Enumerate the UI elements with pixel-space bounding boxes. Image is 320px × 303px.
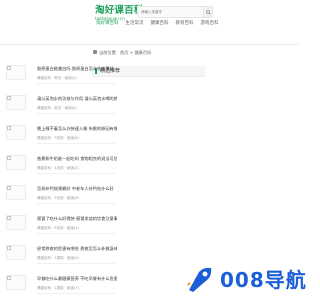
watermark-text: 008导航 [220,268,307,292]
main-nav: 淘好课百科 生活常识 健康百科 教育百科 游戏百科 [96,20,219,28]
nav-item-health[interactable]: 健康百科 [151,20,169,28]
article-meta: 健康百科 · 5天前 · 阅读(6) [37,196,79,200]
article-title[interactable]: 感冒了吃什么好得快 感冒发烧的饮食注意事项 [37,216,117,222]
site-header: 淘好课百科 taohaoyuan.cn 淘好课百科 生活常识 健康百科 教育百科… [0,0,300,45]
article-thumbnail[interactable] [6,215,26,230]
article-thumbnail[interactable] [6,95,26,110]
broken-image-icon [7,216,11,220]
divider [37,263,115,264]
broken-image-icon [7,66,11,70]
search-icon [206,10,211,15]
list-item[interactable]: 晚上睡不着怎么办快速入睡 失眠的原因有哪些 健康百科 · 3天前 · 阅读(8) [4,125,118,153]
article-thumbnail[interactable] [6,155,26,170]
article-meta: 健康百科 · 4天前 · 阅读(2) [37,166,79,170]
article-title[interactable]: 早餐吃什么最健康营养 不吃早餐有什么危害 [37,276,117,282]
article-title[interactable]: 怎样补钙效果最好 中老年人补钙吃什么好 [37,186,117,192]
breadcrumb[interactable]: 当前位置：首页 > 健康百科 [99,49,151,56]
broken-image-icon [7,276,11,280]
breadcrumb-bar: 当前位置：首页 > 健康百科 [88,46,210,59]
article-meta: 健康百科 · 1周前 · 阅读(7) [37,286,79,290]
list-item[interactable]: 蒲公英泡水的功效与作用 蒲公英泡水喝的禁忌 健康百科 · 前天 · 阅读(5) [4,95,118,123]
article-thumbnail[interactable] [6,185,26,200]
broken-image-icon [7,156,11,160]
broken-image-icon [7,186,11,190]
list-item[interactable]: 怎样补钙效果最好 中老年人补钙吃什么好 健康百科 · 5天前 · 阅读(6) [4,185,118,213]
divider [37,173,115,174]
list-item[interactable]: 香蕉和牛奶能一起吃吗 食物相克的说法可信吗 健康百科 · 4天前 · 阅读(2) [4,155,118,183]
watermark: 008导航 [185,266,306,296]
article-meta: 健康百科 · 6天前 · 阅读(4) [37,226,79,230]
nav-item-game[interactable]: 游戏百科 [201,20,219,28]
article-thumbnail[interactable] [6,245,26,260]
nav-item-education[interactable]: 教育百科 [176,20,194,28]
article-title[interactable]: 晚上睡不着怎么办快速入睡 失眠的原因有哪些 [37,126,117,132]
article-meta: 健康百科 · 昨天 · 阅读(3) [37,76,77,80]
article-meta: 健康百科 · 1周前 · 阅读(9) [37,256,79,260]
list-item[interactable]: 经常熬夜的危害有哪些 熬夜后怎么补救身体 健康百科 · 1周前 · 阅读(9) [4,245,118,273]
rocket-logo-icon [187,267,212,292]
broken-image-icon [7,126,11,130]
nav-item-home[interactable]: 淘好课百科 [96,20,119,28]
divider [37,143,115,144]
article-title[interactable]: 胶原蛋白能美白吗 胶原蛋白怎么吃效果好 [37,66,117,72]
nav-item-life[interactable]: 生活常识 [126,20,144,28]
home-icon [93,50,97,54]
article-meta: 健康百科 · 3天前 · 阅读(8) [37,136,79,140]
divider [37,113,115,114]
divider [37,83,115,84]
search-box [137,6,213,18]
article-thumbnail[interactable] [6,275,26,290]
divider [37,293,115,294]
article-title[interactable]: 经常熬夜的危害有哪些 熬夜后怎么补救身体 [37,246,117,252]
divider [37,203,115,204]
article-thumbnail[interactable] [6,125,26,140]
broken-image-icon [7,96,11,100]
article-title[interactable]: 香蕉和牛奶能一起吃吗 食物相克的说法可信吗 [37,156,117,162]
search-button[interactable] [203,6,213,18]
list-item[interactable]: 感冒了吃什么好得快 感冒发烧的饮食注意事项 健康百科 · 6天前 · 阅读(4) [4,215,118,243]
divider [37,233,115,234]
list-item[interactable]: 早餐吃什么最健康营养 不吃早餐有什么危害 健康百科 · 1周前 · 阅读(7) [4,275,118,303]
article-meta: 健康百科 · 前天 · 阅读(5) [37,106,77,110]
broken-image-icon [7,246,11,250]
list-item[interactable]: 胶原蛋白能美白吗 胶原蛋白怎么吃效果好 健康百科 · 昨天 · 阅读(3) [4,65,118,93]
article-thumbnail[interactable] [6,65,26,80]
article-title[interactable]: 蒲公英泡水的功效与作用 蒲公英泡水喝的禁忌 [37,96,117,102]
search-input[interactable] [141,7,191,17]
